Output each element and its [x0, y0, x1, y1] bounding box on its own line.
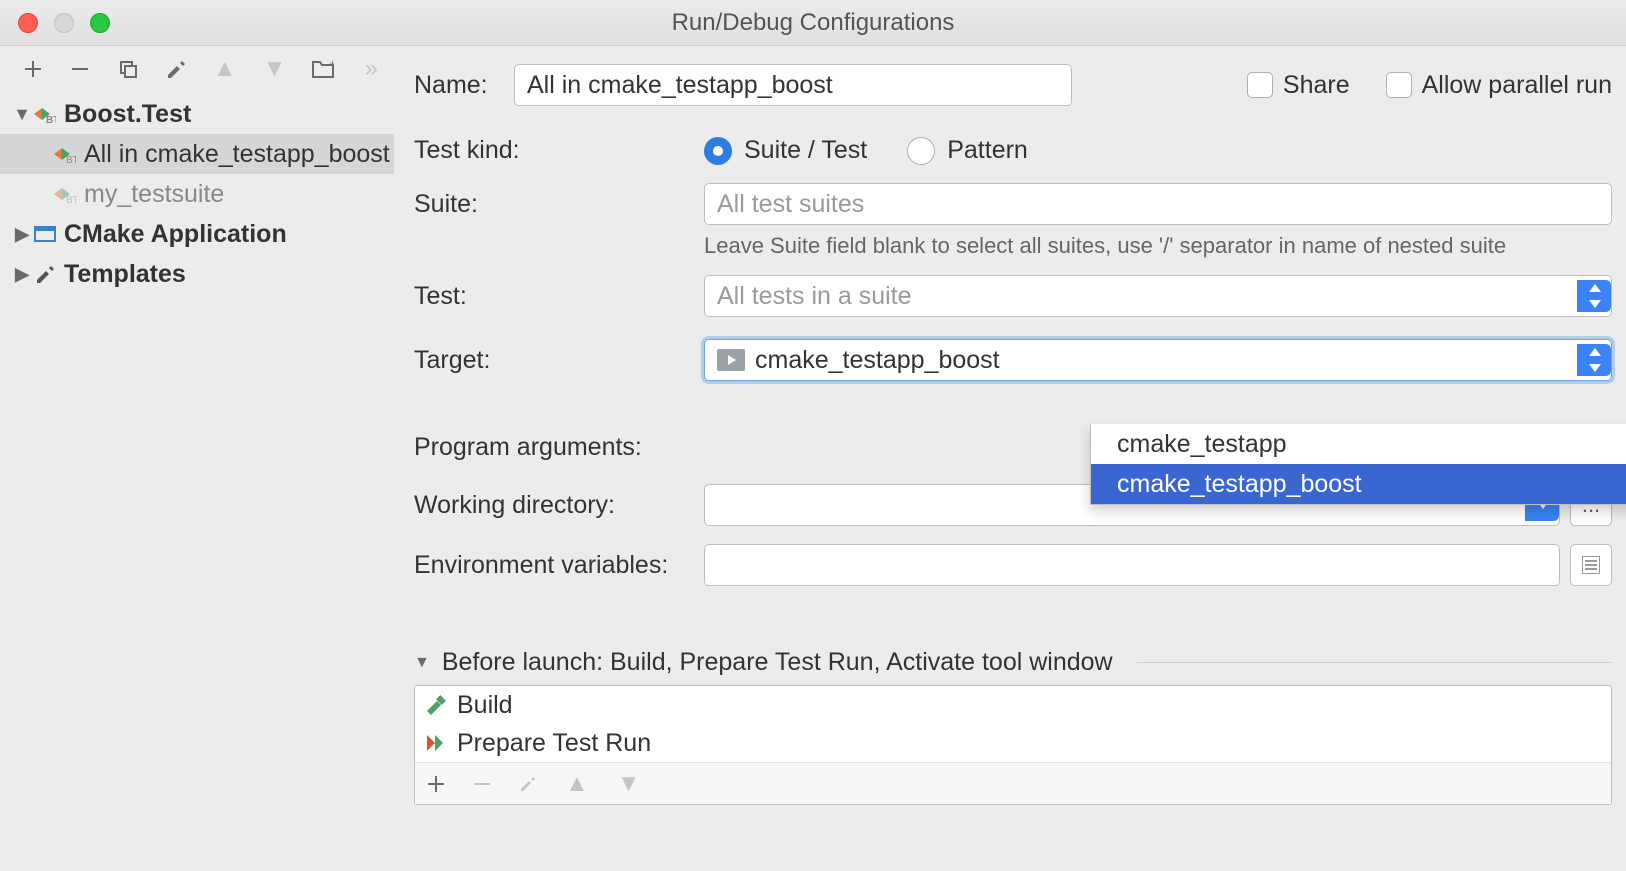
name-label: Name:	[414, 71, 514, 100]
svg-text:+: +	[329, 59, 334, 71]
tree-node-templates[interactable]: ▶ Templates	[0, 254, 394, 294]
bl-move-up-button[interactable]: ▲	[565, 770, 589, 798]
remove-config-button[interactable]	[70, 57, 92, 81]
expand-icon: ▼	[10, 104, 34, 125]
collapse-icon[interactable]: ▼	[414, 654, 430, 672]
environment-variables-label: Environment variables:	[414, 551, 704, 580]
test-value: All tests in a suite	[717, 282, 1577, 311]
bl-add-button[interactable]	[427, 775, 445, 793]
add-config-button[interactable]	[22, 57, 44, 81]
target-option-label: cmake_testapp	[1117, 430, 1287, 459]
test-kind-label: Test kind:	[414, 136, 704, 165]
copy-config-button[interactable]	[117, 57, 139, 81]
target-option-label: cmake_testapp_boost	[1117, 470, 1362, 499]
executable-icon	[717, 349, 745, 371]
tree-node-label: Templates	[64, 260, 186, 289]
divider	[1137, 662, 1612, 663]
boost-test-icon: BT	[34, 104, 64, 124]
checkbox-icon	[1386, 72, 1412, 98]
checkbox-icon	[1247, 72, 1273, 98]
suite-label: Suite:	[414, 190, 704, 219]
move-up-button[interactable]: ▲	[213, 57, 237, 81]
before-launch-item-label: Prepare Test Run	[457, 729, 651, 758]
run-test-icon	[425, 733, 449, 753]
allow-parallel-checkbox[interactable]: Allow parallel run	[1386, 71, 1612, 100]
window-title: Run/Debug Configurations	[0, 9, 1626, 37]
before-launch-list[interactable]: Build Prepare Test Run ▲	[414, 685, 1612, 805]
test-kind-pattern-radio[interactable]: Pattern	[907, 136, 1028, 165]
environment-variables-input[interactable]	[704, 544, 1560, 586]
tree-node-label: All in cmake_testapp_boost	[84, 140, 390, 169]
share-label: Share	[1283, 71, 1350, 100]
test-label: Test:	[414, 282, 704, 311]
target-combobox[interactable]: cmake_testapp_boost	[704, 339, 1612, 381]
working-directory-label: Working directory:	[414, 491, 704, 520]
before-launch-header: Before launch: Build, Prepare Test Run, …	[442, 648, 1113, 677]
combo-stepper-icon	[1577, 344, 1611, 376]
before-launch-item-prepare-test-run[interactable]: Prepare Test Run	[415, 724, 1611, 762]
collapse-icon: ▶	[10, 264, 34, 285]
wrench-icon	[34, 263, 64, 285]
edit-defaults-button[interactable]	[165, 57, 187, 81]
collapse-icon: ▶	[10, 224, 34, 245]
combo-stepper-icon	[1577, 280, 1611, 312]
configurations-tree[interactable]: ▼ BT Boost.Test BT All in cmake_testapp_…	[0, 94, 394, 294]
radio-label: Suite / Test	[744, 136, 867, 165]
edit-environment-variables-button[interactable]	[1570, 544, 1612, 586]
tree-node-boost-test[interactable]: ▼ BT Boost.Test	[0, 94, 394, 134]
more-button[interactable]: »	[360, 57, 382, 81]
svg-text:BT: BT	[46, 115, 56, 124]
before-launch-item-label: Build	[457, 691, 513, 720]
radio-label: Pattern	[947, 136, 1028, 165]
list-icon	[1582, 556, 1600, 574]
titlebar: Run/Debug Configurations	[0, 0, 1626, 46]
program-arguments-label: Program arguments:	[414, 433, 704, 462]
share-checkbox[interactable]: Share	[1247, 71, 1350, 100]
hammer-icon	[425, 695, 449, 715]
tree-node-cmake-application[interactable]: ▶ CMake Application	[0, 214, 394, 254]
tree-node-label: my_testsuite	[84, 180, 224, 209]
bl-move-down-button[interactable]: ▼	[617, 770, 641, 798]
cmake-app-icon	[34, 225, 64, 243]
suite-hint: Leave Suite field blank to select all su…	[704, 233, 1612, 259]
target-value: cmake_testapp_boost	[755, 346, 1577, 375]
boost-test-icon: BT	[54, 184, 84, 204]
tree-node-label: CMake Application	[64, 220, 287, 249]
folder-button[interactable]: +	[312, 57, 334, 81]
move-down-button[interactable]: ▼	[263, 57, 287, 81]
name-input[interactable]	[514, 64, 1072, 106]
tree-node-all-in-cmake-testapp-boost[interactable]: BT All in cmake_testapp_boost	[0, 134, 394, 174]
allow-parallel-label: Allow parallel run	[1422, 71, 1612, 100]
target-option-cmake-testapp[interactable]: cmake_testapp	[1091, 424, 1626, 464]
configuration-form: Name: Share Allow parallel run Test kind…	[394, 46, 1626, 871]
bl-edit-button[interactable]	[519, 775, 537, 793]
radio-icon	[704, 137, 732, 165]
test-kind-suite-radio[interactable]: Suite / Test	[704, 136, 867, 165]
tree-node-label: Boost.Test	[64, 100, 191, 129]
svg-text:BT: BT	[66, 195, 76, 204]
configurations-sidebar: ▲ ▼ + » ▼ BT Boost.Test BT All in cmake_…	[0, 46, 394, 871]
test-combobox[interactable]: All tests in a suite	[704, 275, 1612, 317]
tree-node-my-testsuite[interactable]: BT my_testsuite	[0, 174, 394, 214]
target-option-cmake-testapp-boost[interactable]: cmake_testapp_boost	[1091, 464, 1626, 504]
bl-remove-button[interactable]	[473, 775, 491, 793]
boost-test-icon: BT	[54, 144, 84, 164]
sidebar-toolbar: ▲ ▼ + »	[0, 46, 394, 88]
radio-icon	[907, 137, 935, 165]
suite-input[interactable]	[704, 183, 1612, 225]
before-launch-toolbar: ▲ ▼	[415, 762, 1611, 804]
target-label: Target:	[414, 346, 704, 375]
before-launch-section: ▼ Before launch: Build, Prepare Test Run…	[414, 648, 1612, 805]
svg-text:BT: BT	[66, 155, 76, 164]
before-launch-item-build[interactable]: Build	[415, 686, 1611, 724]
target-dropdown-list[interactable]: cmake_testapp cmake_testapp_boost	[1090, 424, 1626, 505]
